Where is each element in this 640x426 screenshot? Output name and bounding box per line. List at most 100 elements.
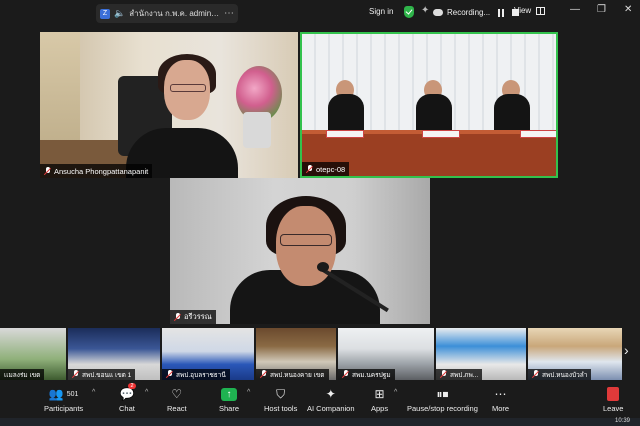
more-icon: ⋯ [494,387,507,401]
gallery-strip: เเมลงร่ม เขต สพป.ขอนแ เขต 1 สพป.อุบลราชธ… [0,328,640,380]
strip-tile[interactable]: สพป.อุบลราชธานี [162,328,254,380]
participants-label: Participants [44,404,84,413]
minimize-icon[interactable]: — [570,4,580,15]
more-button[interactable]: ⋯ More [492,385,509,413]
participant-glasses [280,234,332,246]
app-icon: Z [100,8,110,19]
ai-companion-button[interactable]: ✦ AI Companion [307,385,355,413]
ai-sparkle-icon[interactable]: ✦ [421,5,429,16]
video-tile-otepc-08[interactable]: otepc-08 [300,32,558,178]
mic-muted-icon [342,370,349,379]
flower-vase [243,112,271,148]
more-label: More [492,404,510,413]
strip-tile-name: สพป.หนองคาย เขต [256,369,329,380]
react-label: React [167,404,187,413]
panelist-body [416,94,452,134]
shield-icon: ⛉ [276,386,286,401]
meeting-toolbar: 👥 501 Participants ^ 💬 2 Chat ^ ♡ React ↑ … [0,383,640,417]
share-button[interactable]: ↑ Share [219,385,239,413]
desk-nameplate [326,130,364,138]
mic-muted-icon [174,312,181,322]
leave-button[interactable]: Leave [603,385,623,413]
layout-icon [536,6,546,15]
participant-name-label: Ansucha Phongpattanapanit [40,164,153,178]
strip-tile-name: สพป.ขอนแ เขต 1 [68,369,136,380]
share-screen-icon: ↑ [221,387,237,401]
leave-label: Leave [603,404,624,413]
host-tools-button[interactable]: ⛉ Host tools [264,385,298,414]
pause-stop-label: Pause/stop recording [407,404,478,413]
os-taskbar: 10:39 [0,418,640,426]
screen-share-pill[interactable]: Z 🔈 สำนักงาน ก.พ.ค. admin2's scre ⋯ [96,4,238,23]
strip-tile-name: สพม.นครปฐม [338,369,395,380]
strip-tile[interactable]: สพป.ภพ... [436,328,526,380]
strip-tile[interactable]: สพป.ขอนแ เขต 1 [68,328,160,380]
pause-recording-icon[interactable] [498,8,505,17]
participant-name-label: otepc-08 [302,162,350,176]
shield-check-icon[interactable] [404,6,414,18]
apps-button[interactable]: ⊞ Apps [371,385,388,413]
strip-tile[interactable]: สพป.หนองบัวลำ [528,328,622,380]
participants-button[interactable]: 👥 501 Participants [44,385,83,413]
ai-sparkle-icon: ✦ [325,387,336,401]
chat-badge: 2 [128,383,136,389]
desk-nameplate [520,130,556,138]
strip-tile-name: สพป.หนองบัวลำ [528,369,592,380]
participant-name: อรีวรรณ [184,312,212,321]
mic-muted-icon [166,370,173,379]
zoom-meeting-window: Z 🔈 สำนักงาน ก.พ.ค. admin2's scre ⋯ Sign… [0,0,640,426]
chevron-up-icon[interactable]: ^ [394,389,397,396]
speaker-icon[interactable]: 🔈 [114,8,125,19]
taskbar-clock: 10:39 [614,418,630,424]
share-title: สำนักงาน ก.พ.ค. admin2's scre [129,9,220,18]
close-icon[interactable]: ✕ [624,4,632,15]
chat-icon: 💬 [119,387,135,401]
panelist-body [328,94,364,134]
chevron-right-icon[interactable]: › [624,342,629,358]
pause-stop-icon: ⏸⏹ [436,386,449,401]
strip-name-label: สพม.นครปฐม [352,371,391,379]
panelist-body [494,94,530,134]
strip-name-label: สพป.อุบลราชธานี [176,371,226,379]
restore-icon[interactable]: ❐ [597,4,606,15]
strip-name-label: สพป.ขอนแ เขต 1 [82,371,132,379]
heart-icon: ♡ [171,387,183,401]
strip-tile-name: สพป.อุบลราชธานี [162,369,230,380]
share-label: Share [219,404,240,413]
cloud-icon [433,9,443,16]
strip-tile[interactable]: เเมลงร่ม เขต [0,328,66,380]
chevron-up-icon[interactable]: ^ [92,389,95,396]
microphone-head [317,262,329,272]
mic-muted-icon [532,370,539,379]
mic-muted-icon [44,166,51,176]
participant-glasses [170,84,206,92]
video-tile-speaker[interactable]: อรีวรรณ [170,178,430,324]
recording-indicator[interactable]: Recording... [433,5,520,20]
video-tile-ansucha[interactable]: Ansucha Phongpattanapanit [40,32,298,178]
react-button[interactable]: ♡ React [167,385,187,413]
view-button[interactable]: View [514,6,546,15]
recording-label: Recording... [447,8,491,17]
desk-nameplate [422,130,460,138]
leave-icon [607,387,620,401]
chevron-up-icon[interactable]: ^ [145,389,148,396]
participant-name: Ansucha Phongpattanapanit [54,166,149,176]
strip-name-label: สพป.ภพ... [450,371,479,379]
participants-icon: 👥 [48,387,64,401]
sign-in-link[interactable]: Sign in [369,7,393,16]
strip-tile-name: เเมลงร่ม เขต [0,369,45,380]
chat-button[interactable]: 💬 2 Chat [119,383,136,413]
mic-muted-icon [72,370,79,379]
chevron-up-icon[interactable]: ^ [247,389,250,396]
chat-label: Chat [119,404,135,413]
host-tools-label: Host tools [264,404,298,413]
participants-count: 501 [66,390,79,398]
participant-name: otepc-08 [316,164,346,174]
strip-tile[interactable]: สพป.หนองคาย เขต [256,328,336,380]
more-options-icon[interactable]: ⋯ [224,8,234,19]
participant-name-label: อรีวรรณ [170,310,216,324]
strip-tile[interactable]: สพม.นครปฐม [338,328,434,380]
mic-muted-icon [440,370,447,379]
pause-stop-recording-button[interactable]: ⏸⏹ Pause/stop recording [407,385,478,414]
strip-name-label: เเมลงร่ม เขต [4,371,41,379]
